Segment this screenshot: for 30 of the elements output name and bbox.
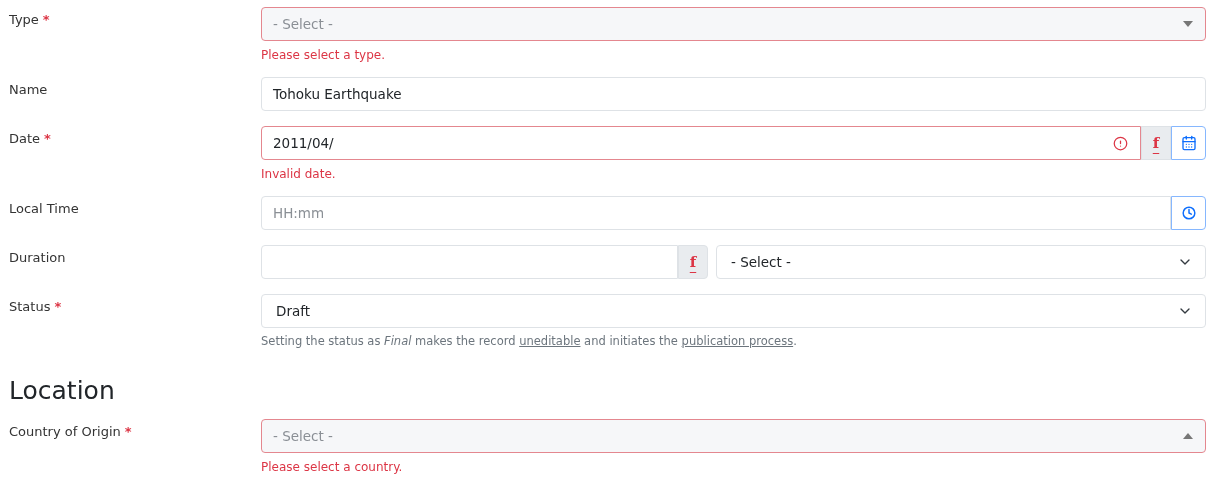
- error-message: Invalid date.: [261, 167, 336, 181]
- caret-icon: [1183, 433, 1193, 439]
- duration-field[interactable]: [261, 245, 678, 279]
- error-message: Please select a country.: [261, 460, 403, 474]
- formula-button[interactable]: f: [678, 245, 708, 279]
- field-label: Duration: [9, 249, 67, 265]
- unit-select[interactable]: - Select -: [716, 245, 1206, 279]
- help-text: Setting the status as Final makes the record uneditable and initiates the publication process.: [261, 334, 798, 348]
- clock-button[interactable]: [1171, 196, 1206, 230]
- date-field[interactable]: 2011/04/: [261, 126, 1141, 160]
- field-label: Name: [9, 81, 49, 97]
- select-field[interactable]: - Select -: [261, 7, 1206, 41]
- field-label: Date *: [9, 130, 52, 146]
- calendar-button[interactable]: [1171, 126, 1206, 160]
- field-label: Status *: [9, 298, 63, 314]
- calendar-icon: [1180, 135, 1197, 151]
- section-heading: Location: [9, 376, 115, 405]
- formula-button[interactable]: f: [1141, 126, 1171, 160]
- select-field[interactable]: Draft: [261, 294, 1206, 328]
- error-message: Please select a type.: [261, 48, 385, 62]
- time-field[interactable]: HH:mm: [261, 196, 1171, 230]
- help-link[interactable]: uneditable: [519, 334, 581, 348]
- caret-icon: [1183, 21, 1193, 27]
- text-field[interactable]: Tohoku Earthquake: [261, 77, 1206, 111]
- alert-icon: [1113, 135, 1128, 151]
- clock-icon: [1181, 206, 1196, 220]
- field-label: Type *: [9, 11, 51, 27]
- select-field[interactable]: - Select -: [261, 419, 1206, 453]
- field-label: Country of Origin *: [9, 423, 133, 439]
- field-label: Local Time: [9, 200, 80, 216]
